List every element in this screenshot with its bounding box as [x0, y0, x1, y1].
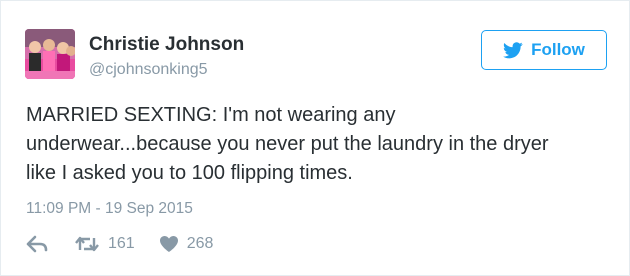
avatar-photo [25, 29, 75, 79]
reply-icon [26, 235, 48, 253]
follow-button-label: Follow [531, 40, 585, 59]
heart-icon [159, 236, 178, 252]
tweet-actions: 161 268 [26, 233, 213, 255]
avatar[interactable] [25, 29, 75, 79]
tweet-text-line: MARRIED SEXTING: I'm not wearing any [26, 104, 396, 126]
like-count: 268 [186, 235, 214, 252]
user-handle[interactable]: @cjohnsonking5 [89, 61, 208, 79]
tweet-card: Christie Johnson @cjohnsonking5 Follow M… [0, 0, 630, 276]
follow-button[interactable]: Follow [481, 30, 607, 70]
tweet-text-line: underwear...because you never put the la… [26, 133, 549, 155]
reply-button[interactable] [26, 235, 48, 253]
retweet-icon [75, 236, 99, 252]
twitter-bird-icon [503, 41, 523, 58]
retweet-count: 161 [108, 235, 135, 252]
tweet-text-line: like I asked you to 100 flipping times. [26, 162, 353, 184]
retweet-button[interactable]: 161 [74, 235, 135, 253]
tweet-timestamp[interactable]: 11:09 PM - 19 Sep 2015 [26, 200, 193, 218]
tweet-text: MARRIED SEXTING: I'm not wearing any und… [26, 101, 616, 188]
user-display-name[interactable]: Christie Johnson [89, 34, 244, 56]
like-button[interactable]: 268 [159, 235, 214, 253]
